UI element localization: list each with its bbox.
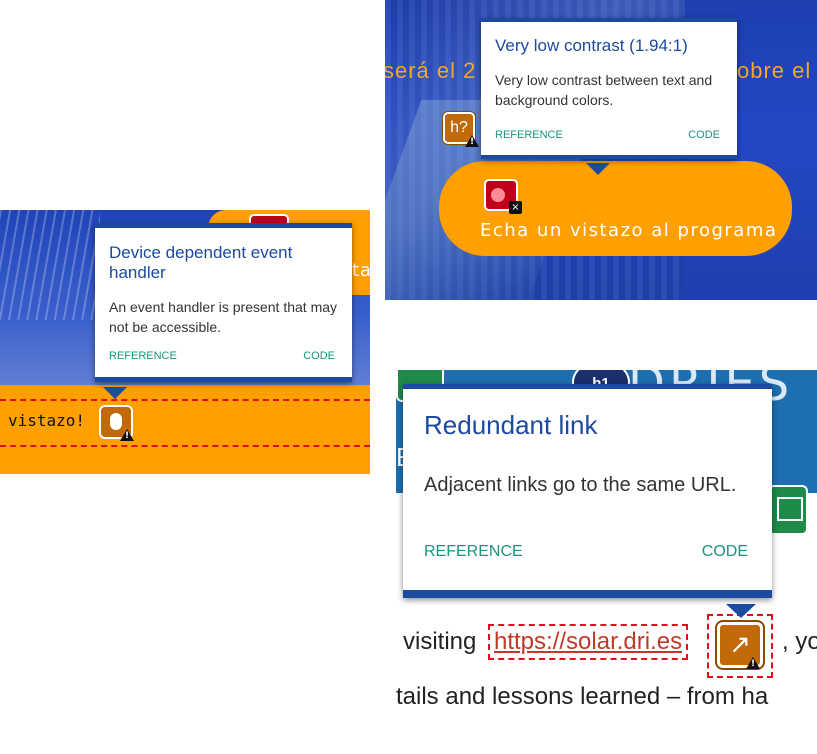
tooltip-description: Adjacent links go to the same URL.	[424, 474, 737, 496]
code-link[interactable]: CODE	[688, 129, 720, 141]
tooltip-accent-bar	[403, 590, 772, 598]
palm-trees-image	[0, 210, 100, 320]
code-link[interactable]: CODE	[702, 543, 748, 561]
event-handler-preview-panel: ta vistazo! Device dependent event handl…	[0, 210, 370, 474]
body-text-visiting: visiting	[403, 628, 477, 655]
error-x-icon: ×	[509, 201, 522, 214]
tooltip-pointer	[103, 387, 127, 399]
code-link[interactable]: CODE	[303, 350, 335, 362]
redundant-link-preview-panel: DRIES BU h1 E visiting https://solar.dri…	[396, 370, 817, 754]
warning-icon	[465, 135, 479, 147]
contrast-preview-panel: será el 2 obre el h? Echa un vistazo al …	[385, 0, 817, 300]
headline-left-text: será el 2	[385, 58, 477, 83]
body-text-second-line: tails and lessons learned – from ha	[396, 683, 769, 710]
tooltip-pointer	[586, 163, 610, 175]
tooltip-accent-bar	[481, 155, 737, 159]
tooltip-title: Device dependent event handler	[109, 243, 293, 282]
highlight-dashed-border-top	[0, 399, 370, 401]
reference-link[interactable]: REFERENCE	[495, 129, 563, 141]
tooltip-title: Redundant link	[424, 410, 598, 440]
tooltip-accent-bar	[95, 377, 352, 382]
headline-right-text: obre el	[737, 58, 812, 83]
warning-icon	[746, 657, 760, 669]
redundant-link-tooltip: Redundant link Adjacent links go to the …	[403, 384, 772, 618]
code-text: vistazo!	[8, 411, 86, 430]
contrast-tooltip: Very low contrast (1.94:1) Very low cont…	[481, 18, 737, 175]
program-button-label: Echa un vistazo al programa	[480, 220, 778, 241]
highlight-dashed-border-bottom	[0, 445, 370, 447]
tooltip-title: Very low contrast (1.94:1)	[495, 36, 688, 55]
reference-link[interactable]: REFERENCE	[424, 543, 523, 561]
partial-button-text: ta	[352, 260, 370, 281]
tooltip-description: An event handler is present that may not…	[109, 299, 338, 335]
tooltip-description: Very low contrast between text and backg…	[495, 72, 713, 108]
image-icon[interactable]	[768, 485, 808, 535]
body-text-after-link: , you	[782, 628, 817, 655]
warning-icon	[120, 429, 134, 441]
event-handler-tooltip: Device dependent event handler An event …	[95, 223, 352, 399]
reference-link[interactable]: REFERENCE	[109, 350, 177, 362]
solar-link[interactable]: https://solar.dri.es	[487, 624, 689, 660]
tooltip-pointer	[726, 604, 756, 618]
